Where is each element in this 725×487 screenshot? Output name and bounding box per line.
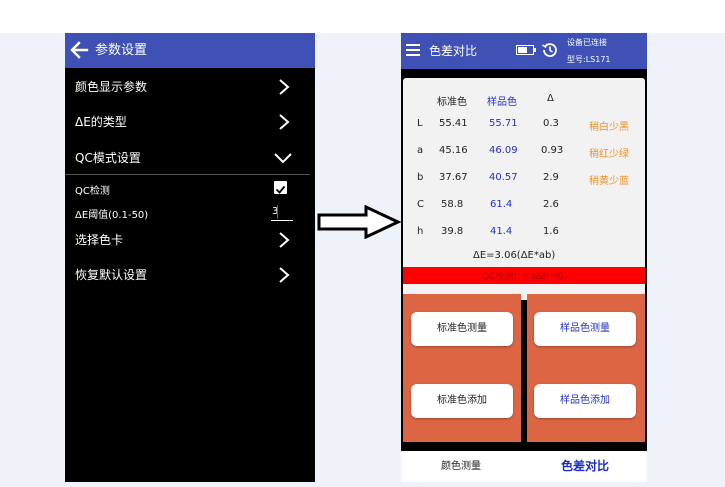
row-sample: 46.09 [489, 145, 518, 156]
delta-e-result: ΔE=3.06(ΔE*ab) [473, 250, 556, 261]
chevron-down-icon [274, 153, 292, 164]
standard-add-button[interactable]: 标准色添加 [411, 384, 513, 418]
menu-item-label: 颜色显示参数 [75, 80, 148, 94]
row-note: 稍黄少蓝 [589, 176, 629, 187]
connection-status: 设备已连接 [567, 38, 607, 47]
right-arrow-icon [317, 205, 401, 239]
row-channel: a [417, 145, 424, 156]
row-sample: 41.4 [490, 226, 513, 237]
menu-item-label: 恢复默认设置 [75, 268, 148, 282]
row-note: 稍白少黑 [589, 122, 629, 133]
standard-measure-button[interactable]: 标准色测量 [411, 312, 513, 346]
row-delta: 0.3 [543, 118, 559, 129]
row-sample: 61.4 [490, 199, 513, 210]
device-model: 型号:LS171 [567, 55, 611, 64]
settings-title: 参数设置 [95, 43, 148, 58]
menu-item-restore-defaults[interactable]: 恢复默认设置 [65, 258, 315, 292]
settings-screen: 参数设置 颜色显示参数 ΔE的类型 QC模式设置 QC检测 ΔE阈值(0.1-5… [65, 33, 315, 482]
qc-check-checkbox[interactable] [274, 181, 287, 194]
menu-item-qc-mode[interactable]: QC模式设置 [65, 141, 315, 175]
threshold-underline [271, 220, 293, 221]
chevron-right-icon [279, 79, 290, 95]
row-standard: 39.8 [441, 226, 464, 237]
row-channel: L [417, 118, 423, 129]
header-standard: 标准色 [437, 97, 467, 108]
chevron-right-icon [279, 232, 290, 248]
compare-title: 色差对比 [429, 44, 478, 58]
row-note: 稍红少绿 [589, 149, 629, 160]
nav-tab-color-compare[interactable]: 色差对比 [561, 451, 609, 482]
menu-item-label: ΔE的类型 [75, 115, 127, 129]
qc-check-label: QC检测 [75, 186, 110, 197]
chevron-right-icon [279, 114, 290, 130]
threshold-input[interactable]: 3 [272, 206, 292, 217]
row-channel: h [417, 226, 424, 237]
compare-screen: 色差对比 设备已连接 型号:LS171 标准色 样品色 Δ L 55.41 55… [401, 33, 647, 482]
row-sample: 55.71 [489, 118, 518, 129]
menu-item-select-color-card[interactable]: 选择色卡 [65, 223, 315, 257]
page-top-strip [0, 0, 725, 33]
row-delta: 2.6 [543, 199, 559, 210]
divider [65, 174, 310, 175]
menu-item-delta-e-type[interactable]: ΔE的类型 [65, 105, 315, 139]
qc-result-bar: QC检测：>3ΔE NG [403, 267, 645, 284]
history-icon[interactable] [542, 42, 558, 58]
checkmark-icon [275, 185, 286, 194]
header-delta: Δ [547, 93, 554, 104]
row-delta: 0.93 [541, 145, 564, 156]
nav-tab-color-measure[interactable]: 颜色测量 [441, 451, 481, 482]
menu-item-label: 选择色卡 [75, 233, 124, 247]
hamburger-menu-icon[interactable] [406, 43, 420, 57]
row-sample: 40.57 [489, 172, 518, 183]
row-standard: 45.16 [439, 145, 468, 156]
row-channel: C [417, 199, 424, 210]
row-standard: 55.41 [439, 118, 468, 129]
row-channel: b [417, 172, 424, 183]
back-arrow-icon[interactable] [69, 39, 89, 61]
battery-icon [516, 45, 536, 55]
row-standard: 37.67 [439, 172, 468, 183]
menu-item-label: QC模式设置 [75, 151, 141, 165]
qc-result-text: QC检测：>3ΔE NG [482, 272, 565, 282]
sample-add-button[interactable]: 样品色添加 [534, 384, 636, 418]
compare-app-bar: 色差对比 设备已连接 型号:LS171 [401, 33, 647, 69]
threshold-label: ΔE阈值(0.1-50) [75, 210, 149, 221]
text-cursor [277, 205, 278, 219]
row-standard: 58.8 [441, 199, 464, 210]
header-sample: 样品色 [487, 97, 517, 108]
settings-app-bar: 参数设置 [65, 33, 315, 68]
row-delta: 1.6 [543, 226, 559, 237]
chevron-right-icon [279, 267, 290, 283]
row-delta: 2.9 [543, 172, 559, 183]
bottom-navigation: 颜色测量 色差对比 [401, 451, 647, 482]
menu-item-color-display[interactable]: 颜色显示参数 [65, 70, 315, 104]
sample-measure-button[interactable]: 样品色测量 [534, 312, 636, 346]
